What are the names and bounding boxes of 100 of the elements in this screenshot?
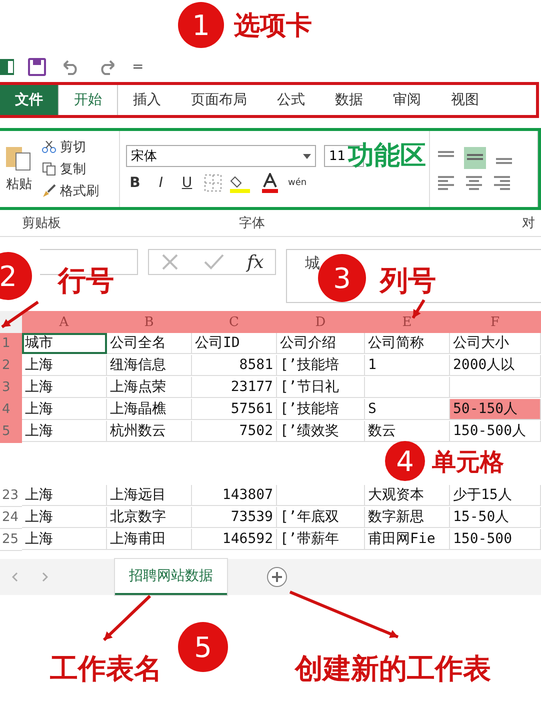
table-cell[interactable]: 50-150人 [450, 399, 541, 420]
table-cell[interactable]: 57561 [192, 399, 277, 420]
table-cell[interactable]: 公司全名 [107, 333, 192, 354]
table-cell[interactable]: 杭州数云 [107, 421, 192, 442]
save-icon[interactable] [28, 58, 46, 76]
callout-label: 列号 [380, 263, 436, 299]
paste-button[interactable]: 粘贴 [6, 175, 32, 193]
table-cell[interactable]: [’带薪年 [277, 529, 365, 550]
callout-number: 2 [0, 252, 32, 300]
ribbon-tab[interactable]: 视图 [436, 85, 494, 115]
table-cell[interactable]: 上海 [22, 507, 107, 528]
table-cell[interactable]: 少于15人 [450, 485, 541, 506]
copy-button[interactable]: 复制 [60, 160, 86, 178]
format-painter-button[interactable]: 格式刷 [60, 182, 99, 200]
ribbon-tab[interactable]: 公式 [262, 85, 320, 115]
callout-label: 创建新的工作表 [295, 651, 491, 687]
copy-icon [42, 162, 56, 176]
table-cell[interactable]: 数字新思 [365, 507, 450, 528]
ribbon-tab[interactable]: 插入 [118, 85, 176, 115]
ribbon-tab[interactable]: 审阅 [378, 85, 436, 115]
table-cell[interactable]: 北京数字 [107, 507, 192, 528]
scissors-icon [42, 141, 56, 153]
spreadsheet-logo-icon[interactable] [0, 58, 14, 76]
callout-arrow [1, 300, 39, 328]
table-cell[interactable]: 73539 [192, 507, 277, 528]
table-cell[interactable]: 150-500人 [450, 421, 541, 442]
group-label: 对 [522, 215, 535, 232]
table-cell[interactable]: 上海点荣 [107, 377, 192, 398]
plus-icon [272, 572, 282, 582]
table-cell[interactable]: 上海 [22, 355, 107, 376]
table-cell[interactable]: 150-500 [450, 529, 541, 550]
callout-label: 工作表名 [50, 651, 162, 687]
ribbon-tab[interactable]: 数据 [320, 85, 378, 115]
table-cell[interactable]: 8581 [192, 355, 277, 376]
sheet-tab[interactable]: 招聘网站数据 [115, 559, 227, 595]
table-cell[interactable]: 大观资本 [365, 485, 450, 506]
group-label: 剪贴板 [22, 215, 61, 232]
table-cell[interactable]: [’技能培 [277, 399, 365, 420]
cut-button[interactable]: 剪切 [60, 138, 86, 156]
check-icon[interactable] [202, 252, 225, 272]
table-cell[interactable] [277, 485, 365, 506]
customize-toolbar-button[interactable]: = [132, 59, 144, 75]
scroll-right-icon[interactable] [42, 572, 48, 582]
bold-button[interactable]: B [126, 175, 144, 191]
table-cell[interactable]: 146592 [192, 529, 277, 550]
underline-button[interactable]: U [178, 175, 196, 191]
table-cell[interactable]: 数云 [365, 421, 450, 442]
file-tab[interactable]: 文件 [0, 85, 58, 115]
borders-icon[interactable] [204, 174, 222, 192]
callout-arrow [102, 594, 152, 642]
table-cell[interactable]: [’年底双 [277, 507, 365, 528]
italic-button[interactable]: I [152, 175, 170, 191]
table-cell[interactable]: 1 [365, 355, 450, 376]
ribbon-tab[interactable]: 页面布局 [176, 85, 262, 115]
table-cell[interactable]: S [365, 399, 450, 420]
insert-function-button[interactable]: fx [246, 252, 264, 272]
table-cell[interactable]: 上海 [22, 421, 107, 442]
table-cell[interactable]: 上海 [22, 529, 107, 550]
align-right-icon[interactable] [492, 175, 512, 191]
dropdown-caret-icon [303, 154, 311, 158]
align-middle-icon[interactable] [464, 147, 486, 169]
scroll-left-icon[interactable] [12, 572, 18, 582]
table-cell[interactable] [450, 377, 541, 398]
table-cell[interactable]: 2000人以 [450, 355, 541, 376]
table-cell[interactable] [365, 377, 450, 398]
callout-number: 3 [318, 254, 366, 302]
phonetic-guide-button[interactable]: wén [288, 178, 307, 188]
table-cell[interactable]: 上海晶樵 [107, 399, 192, 420]
table-cell[interactable]: 公司简称 [365, 333, 450, 354]
ribbon-tab[interactable]: 开始 [58, 85, 118, 115]
table-cell[interactable]: 公司ID [192, 333, 277, 354]
table-cell[interactable]: 7502 [192, 421, 277, 442]
table-cell[interactable]: 公司大小 [450, 333, 541, 354]
table-cell[interactable]: 143807 [192, 485, 277, 506]
font-color-icon[interactable] [260, 173, 280, 193]
table-cell[interactable]: 纽海信息 [107, 355, 192, 376]
table-cell[interactable]: 上海甫田 [107, 529, 192, 550]
table-cell[interactable]: 23177 [192, 377, 277, 398]
callout-label: 选项卡 [234, 10, 312, 43]
table-cell[interactable]: 上海 [22, 485, 107, 506]
table-cell[interactable]: 城市 [22, 333, 107, 354]
table-cell[interactable]: [’技能培 [277, 355, 365, 376]
new-sheet-button[interactable] [267, 567, 287, 587]
table-cell[interactable]: 公司介绍 [277, 333, 365, 354]
callout-number: 1 [178, 2, 224, 48]
group-label: 字体 [239, 215, 265, 232]
align-left-icon[interactable] [436, 175, 456, 191]
callout-label: 行号 [58, 263, 114, 299]
cancel-icon[interactable] [160, 252, 180, 272]
font-name-field[interactable]: 宋体 [126, 145, 316, 167]
align-center-icon[interactable] [464, 175, 484, 191]
table-cell[interactable]: [’节日礼 [277, 377, 365, 398]
table-cell[interactable]: 甫田网Fie [365, 529, 450, 550]
table-cell[interactable]: 上海远目 [107, 485, 192, 506]
callout-label: 单元格 [432, 447, 504, 478]
callout-arrow [412, 299, 426, 319]
table-cell[interactable]: 15-50人 [450, 507, 541, 528]
table-cell[interactable]: 上海 [22, 377, 107, 398]
table-cell[interactable]: 上海 [22, 399, 107, 420]
table-cell[interactable]: [’绩效奖 [277, 421, 365, 442]
